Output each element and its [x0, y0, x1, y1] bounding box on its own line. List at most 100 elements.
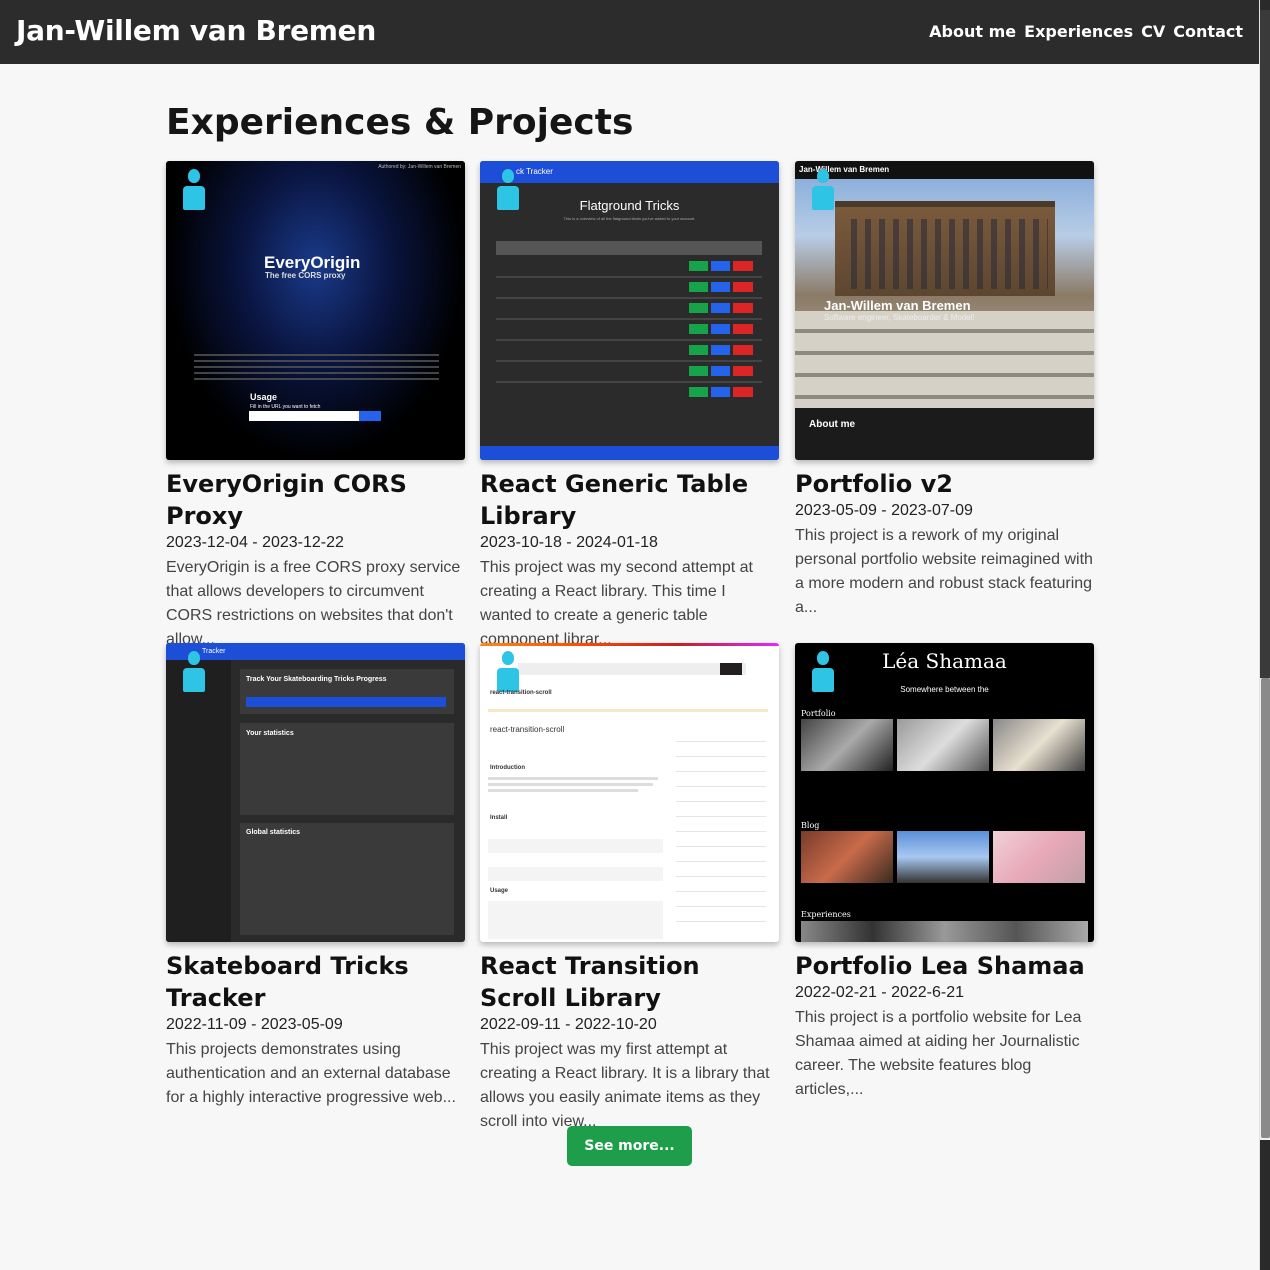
- card-title[interactable]: React Transition Scroll Library: [480, 950, 779, 1014]
- project-thumbnail[interactable]: Tracker Track Your Skateboarding Tricks …: [166, 643, 465, 942]
- page-scrollbar[interactable]: [1259, 0, 1270, 1270]
- thumb-title: Léa Shamaa: [882, 649, 1007, 673]
- thumb-text-lines: [194, 354, 439, 382]
- thumb-table-header: [496, 241, 762, 255]
- project-card-lea-shamaa[interactable]: Léa Shamaa Somewhere between the Portfol…: [795, 643, 1094, 1102]
- thumb-image: [801, 719, 893, 771]
- thumb-blog: Blog: [801, 821, 820, 830]
- scroll-thumb[interactable]: [1261, 678, 1270, 1138]
- thumb-hero-title: Jan-Willem van Bremen: [824, 298, 971, 313]
- thumb-intro: Introduction: [490, 765, 525, 771]
- thumb-fetch-button: [359, 411, 381, 421]
- project-card-skateboard-tracker[interactable]: Tracker Track Your Skateboarding Tricks …: [166, 643, 465, 1110]
- card-description: This projects demonstrates using authent…: [166, 1041, 456, 1106]
- thumb-usage: Usage: [250, 392, 278, 402]
- thumb-image: [801, 831, 893, 883]
- card-title[interactable]: Skateboard Tricks Tracker: [166, 950, 465, 1014]
- thumb-about-section: [795, 408, 1094, 460]
- see-more-button[interactable]: See more...: [567, 1126, 692, 1166]
- thumb-global-stats: Global statistics: [246, 829, 301, 836]
- project-card-transition-scroll[interactable]: react-transition-scroll react-transition…: [480, 643, 779, 1134]
- person-icon: [497, 651, 519, 695]
- thumb-subtitle: The free CORS proxy: [265, 271, 346, 280]
- project-card-portfolio-v2[interactable]: Jan-Willem van Bremen Jan-Willem van Bre…: [795, 161, 1094, 620]
- card-date: 2023-12-04 - 2023-12-22: [166, 534, 344, 551]
- card-title[interactable]: React Generic Table Library: [480, 468, 779, 532]
- thumb-fill: Fill in the URL you want to fetch: [250, 404, 321, 410]
- project-thumbnail[interactable]: react-transition-scroll react-transition…: [480, 643, 779, 942]
- thumb-your-stats: Your statistics: [246, 730, 294, 737]
- project-thumbnail[interactable]: Jan-Willem van Bremen Jan-Willem van Bre…: [795, 161, 1094, 460]
- thumb-image: [897, 831, 989, 883]
- thumb-windows: [843, 219, 1048, 289]
- card-description: EveryOrigin is a free CORS proxy service…: [166, 559, 461, 648]
- scroll-up-area[interactable]: [1260, 0, 1270, 10]
- thumb-search: [518, 663, 746, 675]
- thumb-text-line: [488, 789, 638, 792]
- thumb-experience-strip: [801, 921, 1088, 942]
- card-description: This project is a rework of my original …: [795, 527, 1093, 616]
- thumb-dashboard-bar: [246, 697, 446, 707]
- main-nav: About me Experiences CV Contact: [929, 22, 1243, 41]
- thumb-progress-title: Track Your Skateboarding Tricks Progress: [246, 676, 387, 683]
- nav-experiences[interactable]: Experiences: [1024, 22, 1133, 41]
- card-title[interactable]: EveryOrigin CORS Proxy: [166, 468, 465, 532]
- thumb-about: About me: [809, 419, 856, 430]
- person-icon: [812, 651, 834, 695]
- thumb-subtitle: Somewhere between the: [900, 685, 989, 694]
- thumb-table-buttons: [689, 261, 757, 397]
- thumb-usage: Usage: [490, 888, 509, 894]
- thumb-subtitle: This is a overview of all the flatground…: [563, 216, 696, 221]
- thumb-code-block: [488, 901, 663, 939]
- thumb-input: [249, 411, 359, 421]
- thumb-title: EveryOrigin: [264, 253, 361, 272]
- card-date: 2022-11-09 - 2023-05-09: [166, 1016, 343, 1033]
- card-description: This project was my first attempt at cre…: [480, 1041, 770, 1130]
- thumb-install: Install: [490, 815, 508, 821]
- thumb-global-stats-panel: [240, 823, 454, 935]
- thumb-code-block: [488, 867, 663, 881]
- project-thumbnail[interactable]: Authored by: Jan-Willem van Bremen Every…: [166, 161, 465, 460]
- thumb-image: [993, 719, 1085, 771]
- thumb-app-name: Tracker: [202, 648, 226, 655]
- thumb-sidebar-meta: [676, 727, 766, 927]
- thumb-footer: [480, 446, 779, 460]
- thumb-stairs: [795, 311, 1094, 411]
- card-date: 2023-10-18 - 2024-01-18: [480, 534, 658, 551]
- thumb-tabs: [488, 709, 768, 712]
- project-card-everyorigin[interactable]: Authored by: Jan-Willem van Bremen Every…: [166, 161, 465, 652]
- thumb-package-title: react-transition-scroll: [490, 725, 565, 734]
- person-icon: [183, 651, 205, 695]
- card-description: This project was my second attempt at cr…: [480, 559, 753, 648]
- thumb-text-line: [488, 777, 658, 780]
- thumb-portfolio: Portfolio: [801, 709, 836, 718]
- card-title[interactable]: Portfolio v2: [795, 468, 1094, 500]
- thumb-experiences: Experiences: [801, 910, 851, 919]
- thumb-text-line: [488, 783, 653, 786]
- thumb-hero-subtitle: Software engineer, Skateboarder & Model!: [824, 313, 975, 322]
- thumb-authored: Authored by: Jan-Willem van Bremen: [378, 164, 461, 170]
- scroll-down-area[interactable]: [1260, 1140, 1270, 1270]
- thumb-app-name: ck Tracker: [516, 167, 553, 176]
- nav-cv[interactable]: CV: [1141, 22, 1165, 41]
- nav-contact[interactable]: Contact: [1173, 22, 1243, 41]
- card-date: 2022-02-21 - 2022-6-21: [795, 984, 965, 1001]
- thumb-title: Flatground Tricks: [579, 198, 680, 213]
- thumb-image: [993, 831, 1085, 883]
- site-title[interactable]: Jan-Willem van Bremen: [16, 14, 376, 47]
- thumb-image: [897, 719, 989, 771]
- thumb-code-block: [488, 839, 663, 853]
- person-icon: [812, 169, 834, 213]
- scroll-track[interactable]: [1260, 10, 1270, 678]
- page-title: Experiences & Projects: [166, 102, 634, 143]
- project-thumbnail[interactable]: ck Tracker Flatground Tricks This is a o…: [480, 161, 779, 460]
- project-thumbnail[interactable]: Léa Shamaa Somewhere between the Portfol…: [795, 643, 1094, 942]
- card-date: 2023-05-09 - 2023-07-09: [795, 502, 973, 519]
- nav-about-me[interactable]: About me: [929, 22, 1016, 41]
- card-date: 2022-09-11 - 2022-10-20: [480, 1016, 657, 1033]
- project-card-react-table[interactable]: ck Tracker Flatground Tricks This is a o…: [480, 161, 779, 652]
- thumb-gradient-bar: [480, 643, 779, 646]
- card-title[interactable]: Portfolio Lea Shamaa: [795, 950, 1094, 982]
- card-description: This project is a portfolio website for …: [795, 1009, 1082, 1098]
- thumb-search-button: [720, 663, 742, 675]
